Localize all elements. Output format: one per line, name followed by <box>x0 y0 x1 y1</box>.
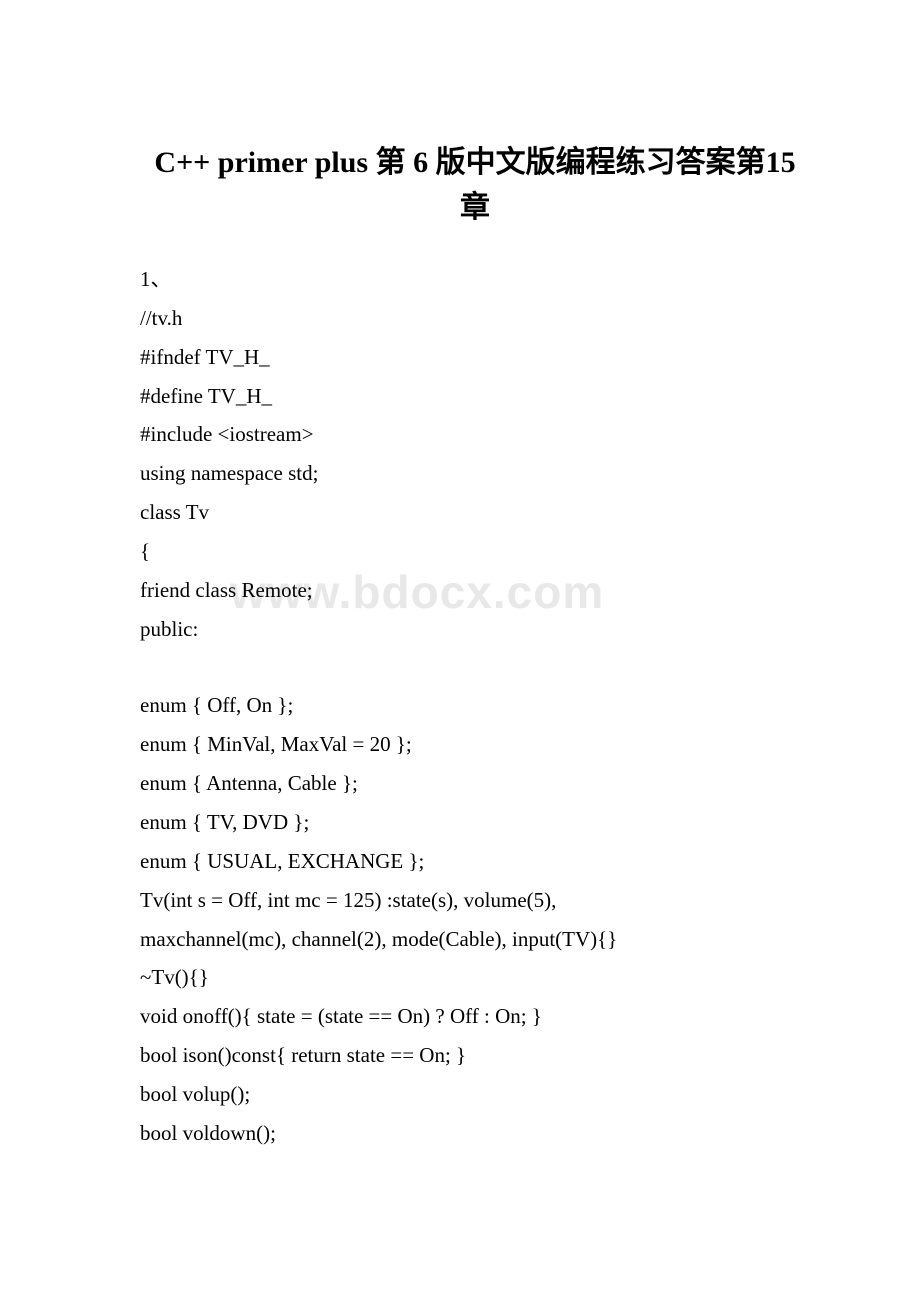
code-line: friend class Remote; <box>140 571 810 610</box>
code-line: public: <box>140 610 810 649</box>
code-line: enum { Off, On }; <box>140 686 810 725</box>
blank-line <box>140 648 810 686</box>
code-line: using namespace std; <box>140 454 810 493</box>
code-content: 1、 //tv.h #ifndef TV_H_ #define TV_H_ #i… <box>140 260 810 1153</box>
code-line: enum { Antenna, Cable }; <box>140 764 810 803</box>
code-line: bool ison()const{ return state == On; } <box>140 1036 810 1075</box>
code-line: enum { MinVal, MaxVal = 20 }; <box>140 725 810 764</box>
code-line: maxchannel(mc), channel(2), mode(Cable),… <box>140 920 810 959</box>
code-line: bool volup(); <box>140 1075 810 1114</box>
code-line: //tv.h <box>140 299 810 338</box>
code-line: #ifndef TV_H_ <box>140 338 810 377</box>
document-title: C++ primer plus 第 6 版中文版编程练习答案第15 章 <box>140 140 810 230</box>
code-line: Tv(int s = Off, int mc = 125) :state(s),… <box>140 881 810 920</box>
code-line: #define TV_H_ <box>140 377 810 416</box>
code-line: enum { USUAL, EXCHANGE }; <box>140 842 810 881</box>
code-line: #include <iostream> <box>140 415 810 454</box>
code-line: enum { TV, DVD }; <box>140 803 810 842</box>
code-line: 1、 <box>140 260 810 299</box>
code-line: bool voldown(); <box>140 1114 810 1153</box>
code-line: ~Tv(){} <box>140 958 810 997</box>
code-line: class Tv <box>140 493 810 532</box>
code-line: { <box>140 532 810 571</box>
code-line: void onoff(){ state = (state == On) ? Of… <box>140 997 810 1036</box>
